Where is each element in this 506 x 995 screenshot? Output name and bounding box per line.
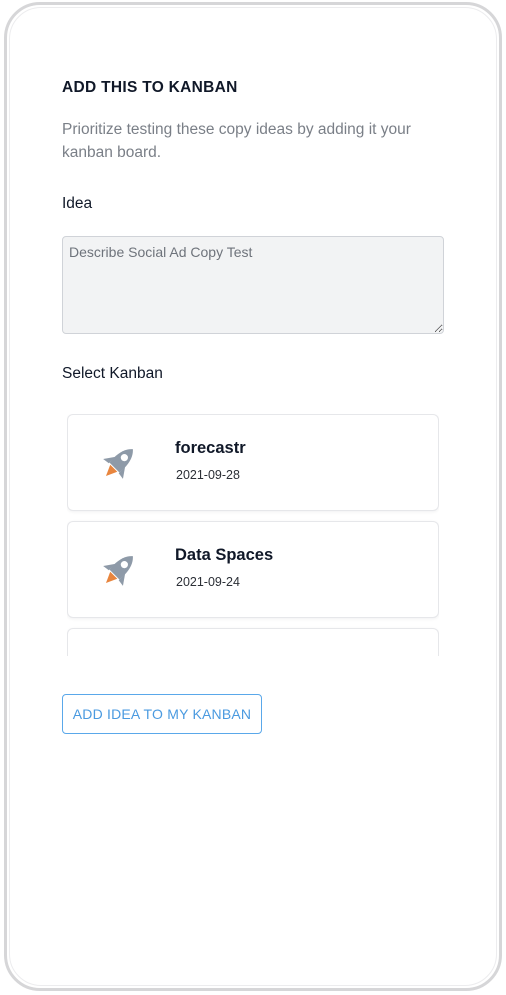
kanban-card-name: Data Spaces [175, 546, 274, 564]
kanban-card-forecastr[interactable]: forecastr 2021-09-28 [67, 414, 439, 511]
rocket-icon [103, 449, 133, 479]
kanban-card-date: 2021-09-28 [176, 468, 240, 482]
kanban-card-name: forecastr [175, 439, 246, 457]
kanban-card-partial[interactable] [67, 628, 439, 656]
idea-input[interactable] [62, 236, 444, 334]
add-to-kanban-panel: ADD THIS TO KANBAN Prioritize testing th… [62, 78, 444, 734]
panel-description: Prioritize testing these copy ideas by a… [62, 121, 411, 161]
idea-label: Idea [62, 195, 93, 212]
select-kanban-label: Select Kanban [62, 365, 163, 382]
rocket-icon [103, 556, 133, 586]
panel-title: ADD THIS TO KANBAN [62, 79, 238, 96]
rocket-icon [94, 655, 142, 656]
kanban-card-data-spaces[interactable]: Data Spaces 2021-09-24 [67, 521, 439, 618]
kanban-list[interactable]: forecastr 2021-09-28 Data Spaces 2021-09… [67, 414, 439, 656]
kanban-card-date: 2021-09-24 [176, 575, 240, 589]
add-idea-button[interactable]: ADD IDEA TO MY KANBAN [62, 694, 262, 734]
